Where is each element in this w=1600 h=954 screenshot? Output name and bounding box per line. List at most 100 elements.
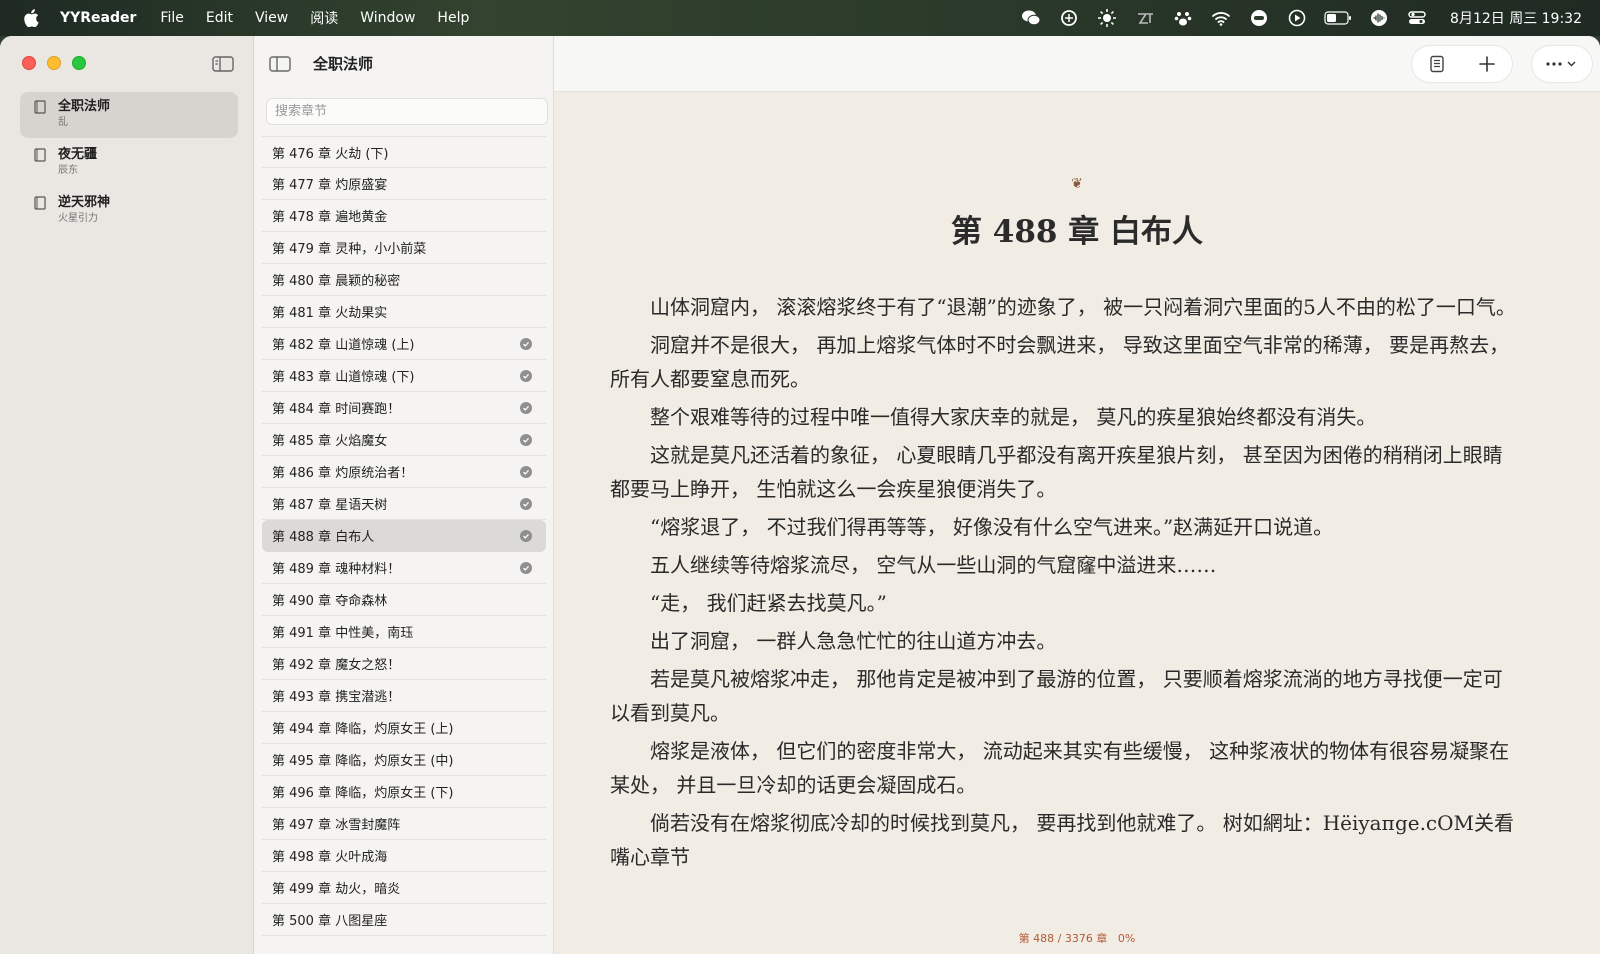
sidebar-toggle-icon[interactable] — [212, 55, 234, 73]
chapter-item[interactable]: 第 500 章 八图星座 — [262, 904, 546, 936]
chapter-item[interactable]: 第 481 章 火劫果实 — [262, 296, 546, 328]
book-title: 全职法师 — [58, 99, 111, 114]
zt-icon[interactable] — [1134, 7, 1156, 29]
menu-read[interactable]: 阅读 — [310, 8, 338, 28]
read-check-icon — [520, 370, 532, 382]
chapter-item[interactable]: 第 480 章 晨颖的秘密 — [262, 264, 546, 296]
chapter-item[interactable]: 第 483 章 山道惊魂 (下) — [262, 360, 546, 392]
wechat-icon[interactable] — [1020, 7, 1042, 29]
menu-help[interactable]: Help — [437, 10, 469, 26]
more-options-button[interactable] — [1532, 46, 1592, 82]
bookmark-list-button[interactable] — [1426, 53, 1448, 75]
chapter-label: 第 494 章 降临，灼原女王 (上) — [272, 722, 454, 737]
chapter-item[interactable]: 第 493 章 携宝潜逃！ — [262, 680, 546, 712]
paragraph: 整个艰难等待的过程中唯一值得大家庆幸的就是， 莫凡的疾星狼始终都没有消失。 — [650, 405, 1377, 429]
brightness-icon[interactable] — [1096, 7, 1118, 29]
chapter-item[interactable]: 第 488 章 白布人 — [262, 520, 546, 552]
paragraph: 熔浆是液体， 但它们的密度非常大， 流动起来其实有些缓慢， 这种浆液状的物体有很… — [610, 739, 1510, 797]
chapter-item[interactable]: 第 494 章 降临，灼原女王 (上) — [262, 712, 546, 744]
reading-pane: ❦ 第 488 章 白布人 山体洞窟内， 滚滚熔浆终于有了“退潮”的迹象了， 被… — [554, 36, 1600, 954]
read-check-icon — [520, 530, 532, 542]
control-center-icon[interactable] — [1406, 7, 1428, 29]
chapter-item[interactable]: 第 487 章 星语天树 — [262, 488, 546, 520]
chapter-item[interactable]: 第 479 章 灵种，小小前菜 — [262, 232, 546, 264]
menu-edit[interactable]: Edit — [206, 10, 233, 26]
plus-icon — [1479, 56, 1495, 72]
current-book-title: 全职法师 — [313, 55, 374, 73]
battery-icon[interactable] — [1324, 7, 1352, 29]
chapter-label: 第 477 章 灼原盛宴 — [272, 178, 388, 193]
chapter-item[interactable]: 第 492 章 魔女之怒！ — [262, 648, 546, 680]
book-author: 辰东 — [58, 165, 78, 176]
chapter-item[interactable]: 第 489 章 魂种材料！ — [262, 552, 546, 584]
chapter-item[interactable]: 第 495 章 降临，灼原女王 (中) — [262, 744, 546, 776]
chapter-search-input[interactable] — [266, 98, 548, 125]
library-sidebar: 全职法师 乱 夜无疆 辰东 逆天邪神 火星引力 — [0, 36, 254, 954]
openai-icon[interactable] — [1058, 7, 1080, 29]
chapter-label: 第 500 章 八图星座 — [272, 914, 388, 929]
paragraph: 倘若没有在熔浆彻底冷却的时候找到莫凡， 要再找到他就难了。 树如網址：Hëiya… — [610, 811, 1515, 869]
chapter-label: 第 498 章 火叶成海 — [272, 850, 388, 865]
book-author: 乱 — [58, 117, 68, 128]
book-item-1[interactable]: 夜无疆 辰东 — [20, 140, 238, 186]
chapter-label: 第 486 章 灼原统治者！ — [272, 466, 414, 481]
chapter-item[interactable]: 第 498 章 火叶成海 — [262, 840, 546, 872]
chapter-item[interactable]: 第 482 章 山道惊魂 (上) — [262, 328, 546, 360]
menu-file[interactable]: File — [160, 10, 183, 26]
chapter-label: 第 493 章 携宝潜逃！ — [272, 690, 401, 705]
chapter-item[interactable]: 第 491 章 中性美，南珏 — [262, 616, 546, 648]
chapter-item[interactable]: 第 499 章 劫火，暗炎 — [262, 872, 546, 904]
chapter-label: 第 499 章 劫火，暗炎 — [272, 882, 401, 897]
close-window-button[interactable] — [22, 56, 36, 70]
chapter-title: 第 488 章 白布人 — [950, 214, 1204, 250]
reader-toolbar — [554, 36, 1600, 92]
paragraph: “熔浆退了， 不过我们得再等等， 好像没有什么空气进来。”赵满延开口说道。 — [650, 515, 1334, 539]
chapter-label: 第 491 章 中性美，南珏 — [272, 626, 414, 641]
chapter-item[interactable]: 第 497 章 冰雪封魔阵 — [262, 808, 546, 840]
menu-window[interactable]: Window — [360, 10, 415, 26]
chapter-label: 第 492 章 魔女之怒！ — [272, 658, 401, 673]
add-book-button[interactable] — [1476, 53, 1498, 75]
siri-icon[interactable] — [1368, 7, 1390, 29]
read-check-icon — [520, 562, 532, 574]
chapter-label: 第 496 章 降临，灼原女王 (下) — [272, 786, 454, 801]
book-item-0[interactable]: 全职法师 乱 — [20, 92, 238, 138]
more-icon — [1546, 61, 1576, 67]
chapter-label: 第 484 章 时间赛跑！ — [272, 402, 401, 417]
chapter-item[interactable]: 第 476 章 火劫 (下) — [262, 136, 546, 168]
reading-progress: 第 488 / 3376 章 0% — [554, 930, 1600, 946]
paragraph: 这就是莫凡还活着的象征， 心夏眼睛几乎都没有离开疾星狼片刻， 甚至因为困倦的稍稍… — [610, 443, 1503, 501]
paw-icon[interactable] — [1172, 7, 1194, 29]
wifi-icon[interactable] — [1210, 7, 1232, 29]
chapter-item[interactable]: 第 496 章 降临，灼原女王 (下) — [262, 776, 546, 808]
progress-chapter-count: 第 488 / 3376 章 — [1018, 932, 1108, 945]
chapter-item[interactable]: 第 477 章 灼原盛宴 — [262, 168, 546, 200]
paragraph: 山体洞窟内， 滚滚熔浆终于有了“退潮”的迹象了， 被一只闷着洞穴里面的5人不由的… — [650, 295, 1516, 319]
read-check-icon — [520, 434, 532, 446]
chapter-item[interactable]: 第 490 章 夺命森林 — [262, 584, 546, 616]
window-controls — [22, 56, 97, 70]
progress-percent: 0% — [1117, 932, 1136, 945]
vpn-icon[interactable] — [1248, 7, 1270, 29]
apple-icon[interactable] — [22, 9, 40, 27]
chapter-label: 第 479 章 灵种，小小前菜 — [272, 242, 427, 257]
book-icon — [34, 148, 46, 162]
menu-clock[interactable]: 8月12日 周三 19:32 — [1450, 8, 1582, 28]
menu-app-name[interactable]: YYReader — [60, 10, 136, 26]
chapter-panel-toggle-icon[interactable] — [269, 55, 291, 73]
book-author: 火星引力 — [58, 213, 98, 224]
chapter-item[interactable]: 第 485 章 火焰魔女 — [262, 424, 546, 456]
play-icon[interactable] — [1286, 7, 1308, 29]
read-check-icon — [520, 402, 532, 414]
chapter-item[interactable]: 第 478 章 遍地黄金 — [262, 200, 546, 232]
read-check-icon — [520, 498, 532, 510]
paragraph: 若是莫凡被熔浆冲走， 那他肯定是被冲到了最游的位置， 只要顺着熔浆流淌的地方寻找… — [610, 667, 1503, 725]
chapter-label: 第 481 章 火劫果实 — [272, 306, 388, 321]
minimize-window-button[interactable] — [47, 56, 61, 70]
chapter-item[interactable]: 第 486 章 灼原统治者！ — [262, 456, 546, 488]
chapter-label: 第 489 章 魂种材料！ — [272, 562, 401, 577]
zoom-window-button[interactable] — [72, 56, 86, 70]
menu-view[interactable]: View — [255, 10, 288, 26]
book-item-2[interactable]: 逆天邪神 火星引力 — [20, 188, 238, 234]
chapter-item[interactable]: 第 484 章 时间赛跑！ — [262, 392, 546, 424]
